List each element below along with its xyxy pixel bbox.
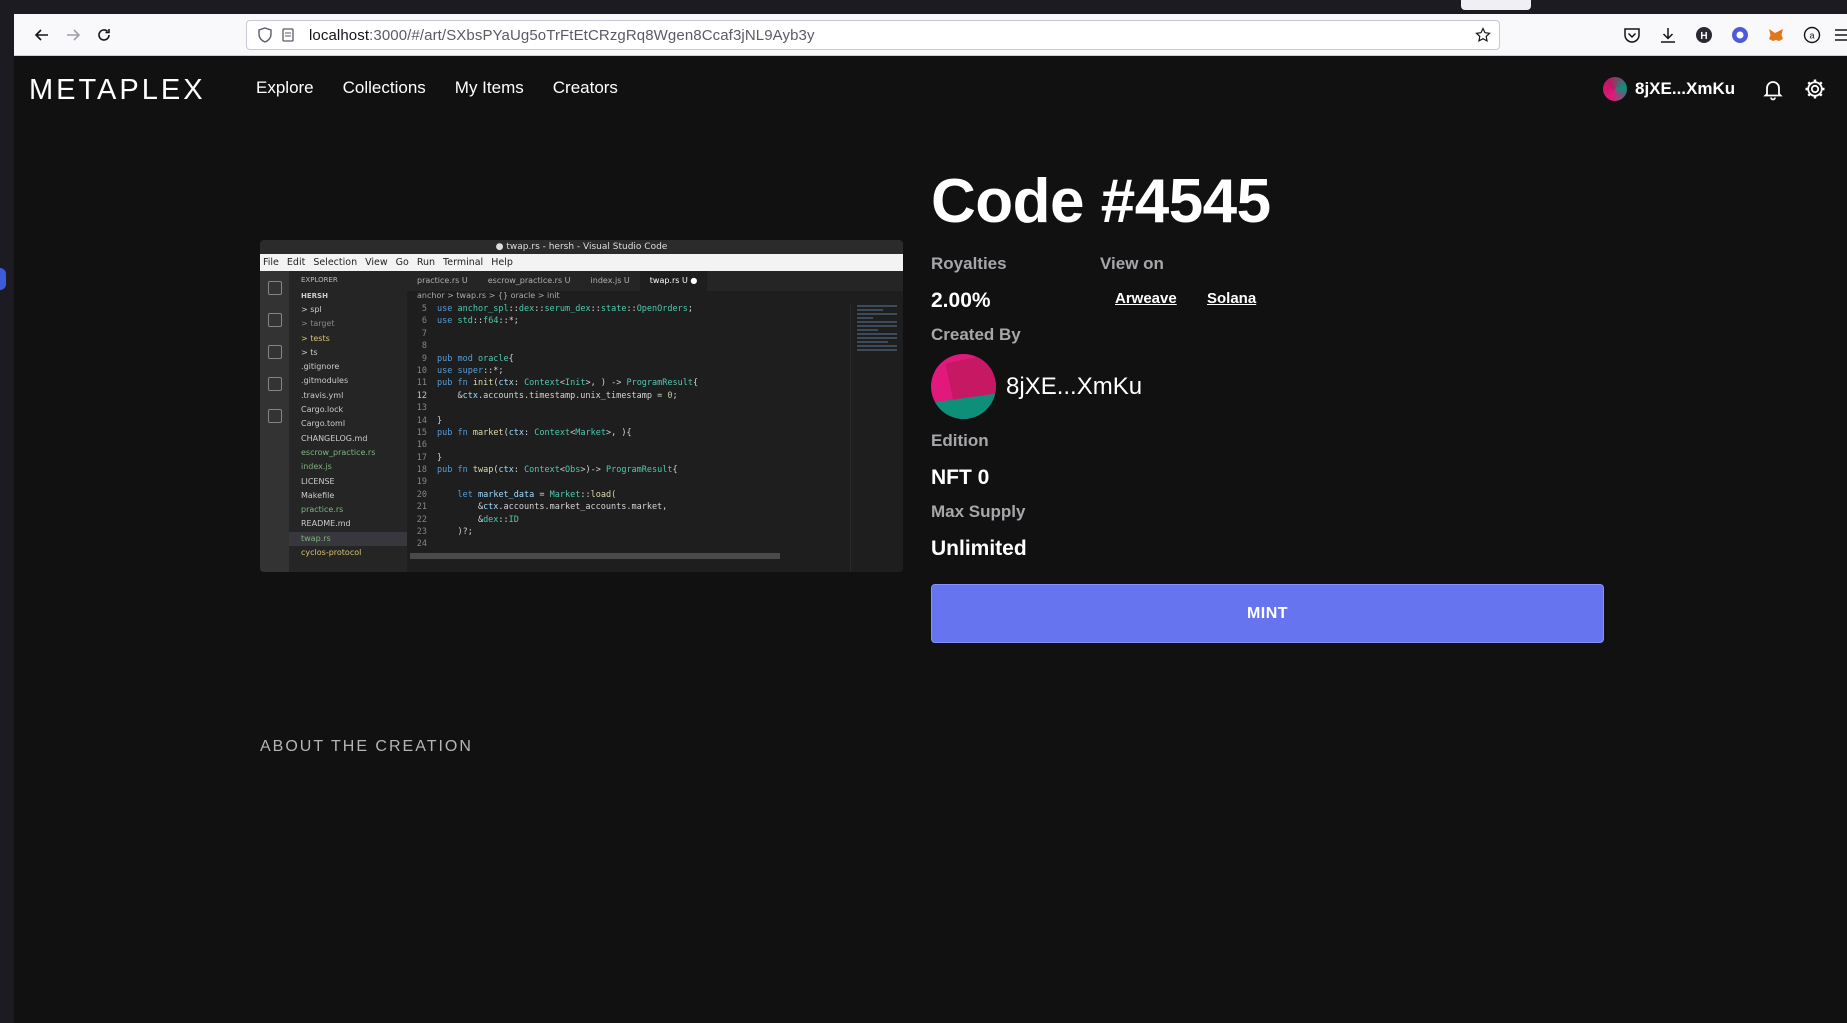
tracking-shield-icon[interactable] (257, 27, 273, 43)
pocket-icon[interactable] (1622, 25, 1642, 45)
edition-label: Edition (931, 431, 989, 450)
art-editor-tabs: practice.rs U escrow_practice.rs U index… (407, 271, 903, 291)
royalties-value: 2.00% (931, 289, 991, 312)
mint-button[interactable]: MINT (931, 584, 1604, 643)
art-file: .gitmodules (301, 376, 349, 386)
art-file: .travis.yml (301, 390, 344, 400)
art-activity-bar (260, 271, 289, 572)
menu-explore[interactable]: Explore (256, 78, 314, 98)
sidebar-indicator (0, 268, 6, 290)
back-button[interactable] (30, 23, 54, 47)
reload-icon (98, 29, 110, 41)
art-horizontal-scrollbar (410, 553, 780, 559)
url-bar[interactable]: localhost:3000/#/art/SXbsPYaUg5oTrFtEtCR… (246, 20, 1500, 50)
main-menu: Explore Collections My Items Creators (256, 78, 618, 98)
art-file: escrow_practice.rs (301, 447, 376, 457)
art-file: practice.rs (301, 505, 344, 515)
max-supply-label: Max Supply (931, 502, 1026, 521)
creator-address[interactable]: 8jXE...XmKu (1006, 373, 1142, 401)
back-arrow-icon (34, 29, 48, 41)
menu-creators[interactable]: Creators (553, 78, 618, 98)
extension-icon[interactable] (1730, 25, 1750, 45)
art-file: > spl (301, 305, 322, 314)
arweave-link[interactable]: Arweave (1115, 290, 1177, 307)
art-editor-tab: escrow_practice.rs U (487, 276, 571, 285)
art-menu-item: File (263, 257, 279, 268)
art-window-title: ● twap.rs - hersh - Visual Studio Code (260, 240, 903, 254)
bookmark-star-icon[interactable] (1475, 27, 1491, 43)
forward-button[interactable] (61, 23, 85, 47)
art-file: > ts (301, 347, 318, 357)
art-menu-item: Selection (313, 257, 358, 268)
app-header: METAPLEX Explore Collections My Items Cr… (14, 56, 1847, 120)
wallet-address: 8jXE...XmKu (1635, 79, 1736, 98)
art-explorer-title: EXPLORER (301, 276, 338, 284)
art-file: LICENSE (301, 476, 335, 486)
art-file: twap.rs (289, 531, 407, 547)
art-breadcrumb: anchor > twap.rs > {} oracle > init (417, 291, 560, 300)
url-path: :3000/#/art/SXbsPYaUg5oTrFtEtCRzgRq8Wgen… (369, 26, 815, 44)
download-icon[interactable] (1658, 25, 1678, 45)
art-file: Cargo.lock (301, 405, 344, 415)
art-file: > tests (301, 333, 330, 343)
art-explorer: EXPLORER HERSH > spl > target > tests > … (289, 271, 407, 572)
about-creation-heading: ABOUT THE CREATION (260, 738, 473, 755)
art-menu-item: Help (491, 257, 513, 268)
metaplex-logo[interactable]: METAPLEX (29, 74, 206, 107)
creator-avatar[interactable] (931, 354, 996, 419)
notifications-bell-icon[interactable] (1761, 77, 1785, 101)
art-editor-tab: practice.rs U (417, 276, 468, 285)
art-menu-item: Run (416, 257, 436, 268)
art-editor-tab-active: twap.rs U ● (639, 271, 708, 291)
extension-a-icon[interactable]: a (1802, 25, 1822, 45)
svg-text:a: a (1809, 31, 1814, 41)
view-on-label: View on (1100, 254, 1164, 273)
wallet-avatar (1603, 77, 1627, 101)
svg-text:H: H (1700, 31, 1707, 42)
page-info-icon[interactable] (281, 28, 295, 42)
art-minimap (850, 303, 903, 572)
browser-tab-strip (0, 0, 1847, 14)
art-file: index.js (301, 462, 332, 472)
art-file: .gitignore (301, 362, 340, 372)
art-menu-item: Edit (286, 257, 306, 268)
browser-left-strip (0, 0, 14, 1023)
art-file: > target (301, 319, 335, 329)
menu-icon[interactable] (1832, 25, 1847, 45)
nft-title: Code #4545 (931, 167, 1271, 236)
art-file: Makefile (301, 490, 335, 500)
settings-gear-icon[interactable] (1803, 77, 1827, 101)
active-tab[interactable] (1461, 0, 1531, 10)
menu-my-items[interactable]: My Items (455, 78, 524, 98)
art-code-editor: 5 use anchor_spl::dex::serum_dex::state::… (416, 304, 699, 550)
forward-arrow-icon (67, 29, 81, 41)
art-file: cyclos-protocol (301, 548, 362, 558)
art-menu-item: Go (395, 257, 409, 268)
art-file: README.md (301, 519, 351, 529)
wallet-button[interactable]: 8jXE...XmKu (1603, 77, 1735, 101)
menu-collections[interactable]: Collections (343, 78, 426, 98)
browser-navbar: localhost:3000/#/art/SXbsPYaUg5oTrFtEtCR… (14, 14, 1847, 56)
art-menu-item: Terminal (443, 257, 484, 268)
url-text[interactable]: localhost:3000/#/art/SXbsPYaUg5oTrFtEtCR… (309, 27, 815, 44)
reload-button[interactable] (92, 23, 116, 47)
art-menubar: File Edit Selection View Go Run Terminal… (260, 254, 903, 271)
url-host: localhost (309, 26, 370, 44)
solana-link[interactable]: Solana (1207, 290, 1256, 307)
edition-value: NFT 0 (931, 466, 990, 489)
art-explorer-root: HERSH (301, 292, 328, 300)
art-file: Cargo.toml (301, 419, 346, 429)
metamask-icon[interactable] (1766, 25, 1786, 45)
max-supply-value: Unlimited (931, 537, 1027, 560)
royalties-label: Royalties (931, 254, 1007, 273)
extension-h-icon[interactable]: H (1694, 25, 1714, 45)
created-by-label: Created By (931, 325, 1021, 344)
nft-art-image[interactable]: ● twap.rs - hersh - Visual Studio Code F… (260, 240, 903, 572)
art-menu-item: View (365, 257, 388, 268)
art-file: CHANGELOG.md (301, 433, 368, 443)
art-editor-tab: index.js U (590, 276, 630, 285)
